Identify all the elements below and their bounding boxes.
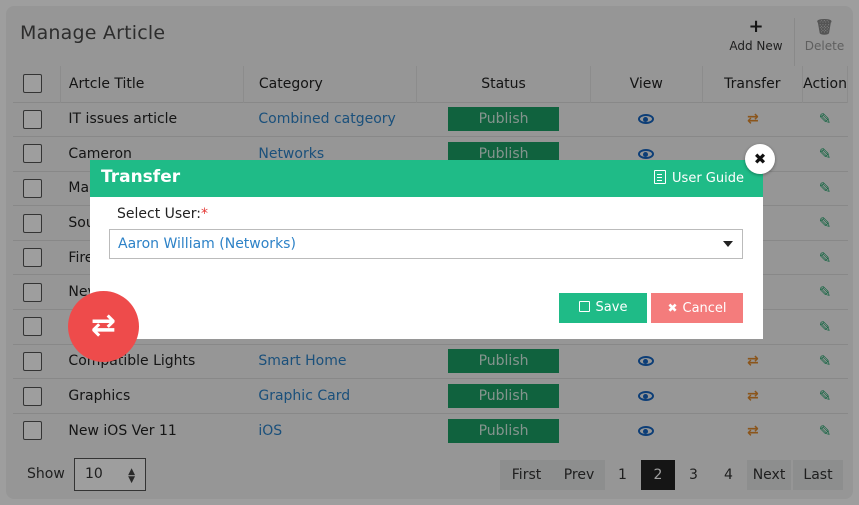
close-icon[interactable]: ✖ <box>745 144 775 174</box>
floppy-icon <box>578 301 590 312</box>
select-user-label: Select User:* <box>117 206 209 222</box>
cancel-label: Cancel <box>682 301 727 316</box>
x-icon: ✖ <box>667 301 678 315</box>
modal-title: Transfer <box>101 167 181 187</box>
required-mark: * <box>201 206 209 222</box>
user-guide-link[interactable]: User Guide <box>654 170 744 186</box>
cancel-button[interactable]: ✖ Cancel <box>651 293 743 323</box>
modal-header: Transfer User Guide <box>90 160 763 197</box>
swap-arrows-icon[interactable]: ⇄ <box>68 291 139 362</box>
document-icon <box>654 170 667 184</box>
selected-user-value: Aaron William (Networks) <box>118 236 296 252</box>
select-user-dropdown[interactable]: Aaron William (Networks) <box>109 229 743 259</box>
transfer-modal: Transfer User Guide Select User:* Aaron … <box>90 160 763 339</box>
save-label: Save <box>595 300 628 315</box>
caret-down-icon <box>723 241 733 247</box>
save-button[interactable]: Save <box>559 293 647 323</box>
user-guide-label: User Guide <box>672 171 744 186</box>
